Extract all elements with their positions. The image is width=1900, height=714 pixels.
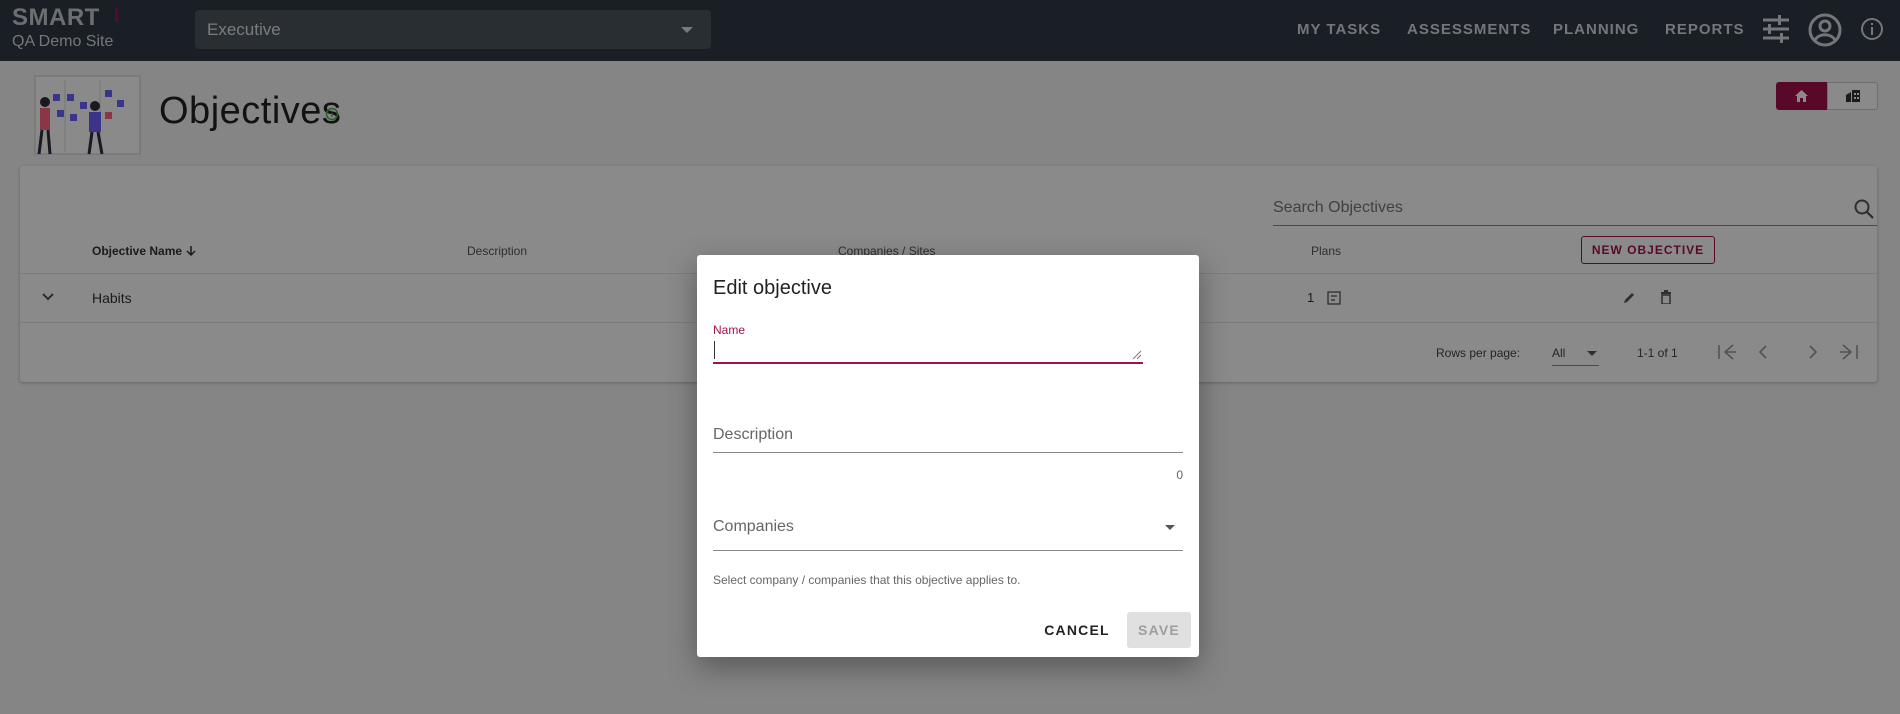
name-label: Name	[713, 323, 746, 337]
name-input[interactable]	[713, 338, 1143, 364]
save-button[interactable]: SAVE	[1127, 612, 1191, 648]
edit-objective-dialog: Edit objective Name Description 0 Compan…	[697, 255, 1199, 657]
companies-label: Companies	[713, 518, 794, 535]
description-char-counter: 0	[1176, 468, 1183, 482]
resize-handle-icon[interactable]	[1132, 350, 1142, 360]
chevron-down-icon	[1165, 525, 1175, 530]
cancel-button[interactable]: CANCEL	[1037, 612, 1117, 648]
companies-select[interactable]: Companies	[713, 515, 1183, 551]
description-label: Description	[713, 426, 794, 443]
companies-hint: Select company / companies that this obj…	[713, 573, 1021, 587]
text-cursor	[714, 341, 715, 359]
description-input[interactable]: Description	[713, 423, 1183, 453]
dialog-title: Edit objective	[713, 277, 832, 299]
